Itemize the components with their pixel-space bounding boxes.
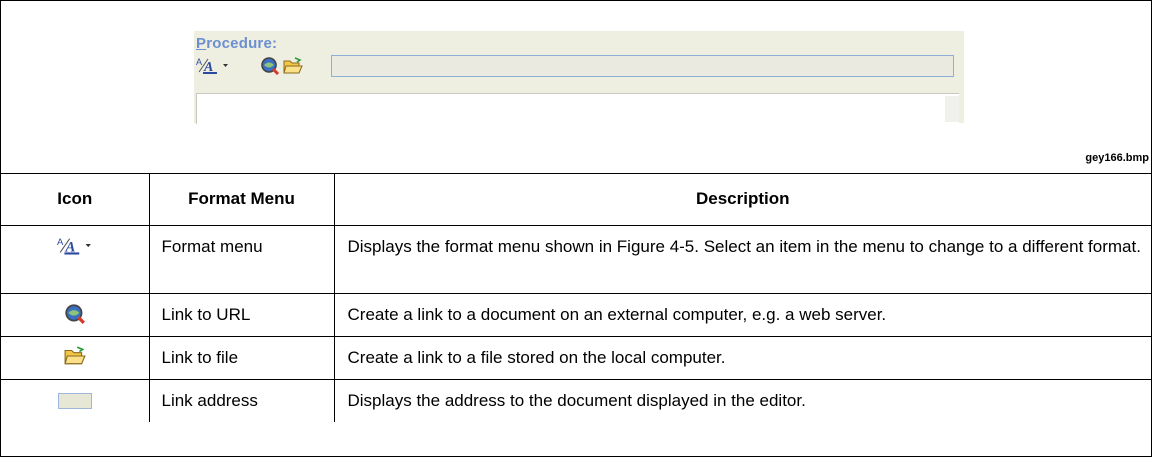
procedure-toolbar-screenshot: Procedure: A A xyxy=(194,31,964,124)
table-row: A A Format menu Displays the format menu… xyxy=(1,225,1151,294)
icon-cell xyxy=(1,379,150,422)
menu-cell: Link to URL xyxy=(148,293,335,337)
figure-caption: gey166.bmp xyxy=(1085,152,1149,164)
description-cell: Create a link to a document on an extern… xyxy=(333,293,1151,337)
header-icon: Icon xyxy=(1,173,150,226)
description-cell: Displays the address to the document dis… xyxy=(333,379,1151,422)
icon-cell: A A xyxy=(1,225,150,294)
table-row: Link to file Create a link to a file sto… xyxy=(1,336,1151,380)
icon-cell xyxy=(1,336,150,380)
link-url-icon xyxy=(65,304,85,324)
open-folder-icon[interactable] xyxy=(283,57,303,75)
svg-text:A: A xyxy=(203,60,213,74)
document-frame: Procedure: A A gey166.bmp Icon Format Me… xyxy=(0,0,1152,457)
format-icon[interactable]: A A xyxy=(196,56,230,74)
editor-area[interactable] xyxy=(196,93,959,124)
table-row: Link to URL Create a link to a document … xyxy=(1,293,1151,337)
link-address-field[interactable] xyxy=(331,55,954,77)
description-cell: Create a link to a file stored on the lo… xyxy=(333,336,1151,380)
table-header-row: Icon Format Menu Description xyxy=(1,173,1151,226)
format-icon: A A xyxy=(57,237,91,255)
link-address-icon xyxy=(57,393,92,409)
header-format-menu: Format Menu xyxy=(148,173,335,226)
open-folder-icon xyxy=(64,346,86,365)
description-cell: Displays the format menu shown in Figure… xyxy=(333,225,1151,294)
link-url-icon[interactable] xyxy=(260,56,280,76)
menu-cell: Link address xyxy=(148,379,335,422)
figure-panel: Procedure: A A gey166.bmp xyxy=(1,1,1151,174)
table-row: Link address Displays the address to the… xyxy=(1,379,1151,422)
procedure-label: Procedure: xyxy=(196,35,278,52)
menu-cell: Link to file xyxy=(148,336,335,380)
menu-cell: Format menu xyxy=(148,225,335,294)
editor-scrollbar[interactable] xyxy=(945,96,959,122)
svg-text:A: A xyxy=(57,237,64,248)
header-description: Description xyxy=(333,173,1151,226)
svg-text:A: A xyxy=(196,57,202,67)
icon-cell xyxy=(1,293,150,337)
icon-table: Icon Format Menu Description A A Format … xyxy=(1,173,1151,422)
